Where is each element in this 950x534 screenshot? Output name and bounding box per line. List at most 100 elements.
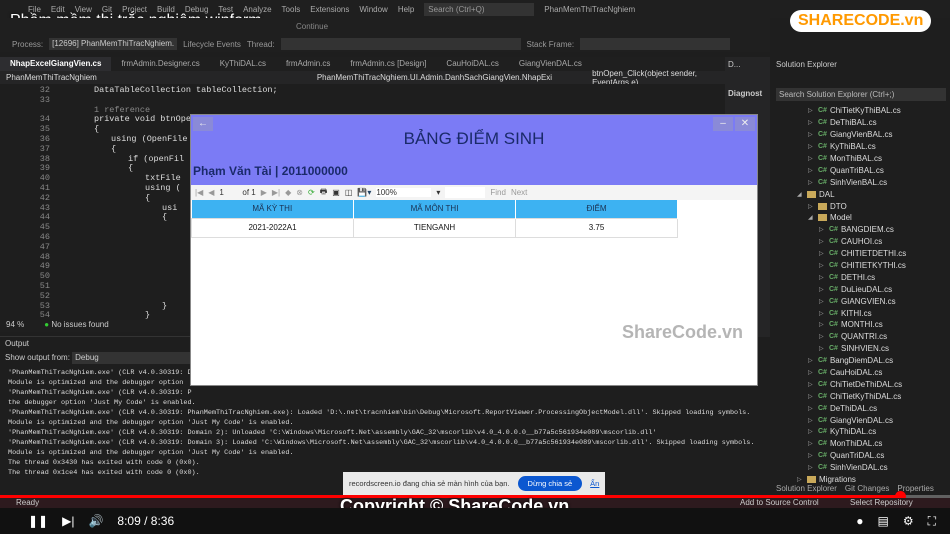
expand-arrow-icon[interactable]: ▷ [819,298,829,305]
tree-item[interactable]: ▷ C# DETHI.cs [772,271,950,283]
stop-sharing-button[interactable]: Dừng chia sẻ [517,476,583,491]
expand-arrow-icon[interactable]: ▷ [819,238,829,245]
expand-arrow-icon[interactable]: ▷ [808,131,818,138]
tree-item[interactable]: ▷ C# CauHoiDAL.cs [772,367,950,379]
select-repository[interactable]: Select Repository [850,498,913,508]
tree-item[interactable]: ▷ C# MonThiDAL.cs [772,438,950,450]
zoom-select[interactable]: 100% [376,188,432,197]
expand-arrow-icon[interactable]: ▷ [808,369,818,376]
expand-arrow-icon[interactable]: ▷ [819,333,829,340]
tree-item[interactable]: ▷ C# SINHVIEN.cs [772,343,950,355]
tree-item[interactable]: ▷ C# CHITIETKYTHI.cs [772,260,950,272]
tree-item[interactable]: ◢ DAL [772,188,950,200]
page-input[interactable]: 1 [219,188,237,197]
menu-tools[interactable]: Tools [282,5,301,14]
hide-link[interactable]: Ẩn [590,479,599,488]
tree-item[interactable]: ▷ C# GiangVienBAL.cs [772,129,950,141]
expand-arrow-icon[interactable]: ▷ [808,357,818,364]
next-link[interactable]: Next [511,188,527,197]
chevron-down-icon[interactable]: ▾ [436,188,440,197]
expand-arrow-icon[interactable]: ▷ [819,310,829,317]
expand-arrow-icon[interactable]: ▷ [819,345,829,352]
last-page-icon[interactable]: ▶| [272,188,280,197]
search-input[interactable]: Search (Ctrl+Q) [424,2,535,16]
output-source-select[interactable]: Debug [72,352,193,364]
expand-arrow-icon[interactable]: ◢ [797,191,807,198]
menu-help[interactable]: Help [398,5,414,14]
tree-item[interactable]: ▷ C# CAUHOI.cs [772,236,950,248]
expand-arrow-icon[interactable]: ◢ [808,214,818,221]
expand-arrow-icon[interactable]: ▷ [808,417,818,424]
tree-item[interactable]: ▷ C# DuLieuDAL.cs [772,283,950,295]
project-nav[interactable]: PhanMemThiTracNghiem [6,73,97,82]
expand-arrow-icon[interactable]: ▷ [808,119,818,126]
tree-item[interactable]: ▷ C# KyThiBAL.cs [772,141,950,153]
tree-item[interactable]: ◢ Model [772,212,950,224]
tab-5[interactable]: CauHoiDAL.cs [436,57,508,71]
next-page-icon[interactable]: ▶ [261,188,267,197]
expand-arrow-icon[interactable]: ▷ [808,167,818,174]
pause-icon[interactable]: ❚❚ [28,514,48,528]
expand-arrow-icon[interactable]: ▷ [819,250,829,257]
add-source-control[interactable]: Add to Source Control [740,498,819,508]
tree-item[interactable]: ▷ C# KyThiDAL.cs [772,426,950,438]
class-nav[interactable]: PhanMemThiTracNghiem.UI.Admin.DanhSachGi… [317,73,552,82]
tree-item[interactable]: ▷ C# DeThiBAL.cs [772,117,950,129]
solution-tab-1[interactable]: Git Changes [845,484,889,493]
volume-icon[interactable]: 🔊 [88,514,103,528]
tree-item[interactable]: ▷ C# QUANTRI.cs [772,331,950,343]
tree-item[interactable]: ▷ C# SinhVienBAL.cs [772,176,950,188]
expand-arrow-icon[interactable]: ▷ [808,393,818,400]
tree-item[interactable]: ▷ C# GIANGVIEN.cs [772,295,950,307]
settings-icon[interactable]: ⚙ [903,514,914,528]
expand-arrow-icon[interactable]: ▷ [808,203,818,210]
tree-item[interactable]: ▷ C# ChiTietKyThiBAL.cs [772,105,950,117]
tab-1[interactable]: frmAdmin.Designer.cs [111,57,209,71]
expand-arrow-icon[interactable]: ▷ [808,464,818,471]
zoom-level[interactable]: 94 % [6,320,24,332]
tree-item[interactable]: ▷ C# ChiTietKyThiDAL.cs [772,390,950,402]
tree-item[interactable]: ▷ C# ChiTietDeThiDAL.cs [772,378,950,390]
tree-item[interactable]: ▷ DTO [772,200,950,212]
tab-0[interactable]: NhapExcelGiangVien.cs [0,57,112,71]
expand-arrow-icon[interactable]: ▷ [808,440,818,447]
export-icon[interactable]: 💾▾ [357,188,371,197]
continue-button[interactable]: Continue [296,22,328,31]
tab-2[interactable]: KyThiDAL.cs [210,57,276,71]
expand-arrow-icon[interactable]: ▷ [808,405,818,412]
tree-item[interactable]: ▷ C# KITHI.cs [772,307,950,319]
solution-tab-0[interactable]: Solution Explorer [776,484,837,493]
back-icon[interactable]: ◆ [285,188,291,197]
tree-item[interactable]: ▷ C# DeThiDAL.cs [772,402,950,414]
expand-arrow-icon[interactable]: ▷ [808,155,818,162]
tree-item[interactable]: ▷ C# BangDiemDAL.cs [772,355,950,367]
print-icon[interactable]: 🖶 [320,186,328,200]
expand-arrow-icon[interactable]: ▷ [808,107,818,114]
lifecycle-events[interactable]: Lifecycle Events [183,40,241,49]
first-page-icon[interactable]: |◀ [195,188,203,197]
expand-arrow-icon[interactable]: ▷ [819,226,829,233]
refresh-icon[interactable]: ⟳ [308,188,315,197]
tree-item[interactable]: ▷ C# QuanTriBAL.cs [772,164,950,176]
tab-4[interactable]: frmAdmin.cs [Design] [340,57,436,71]
expand-arrow-icon[interactable]: ▷ [819,286,829,293]
page-setup-icon[interactable]: ◫ [345,188,353,197]
tree-item[interactable]: ▷ C# BANGDIEM.cs [772,224,950,236]
expand-arrow-icon[interactable]: ▷ [819,262,829,269]
expand-arrow-icon[interactable]: ▷ [808,143,818,150]
expand-arrow-icon[interactable]: ▷ [808,452,818,459]
stop-icon[interactable]: ⊗ [296,188,303,197]
solution-search-input[interactable]: Search Solution Explorer (Ctrl+;) [776,88,946,101]
menu-window[interactable]: Window [359,5,387,14]
tree-item[interactable]: ▷ C# GiangVienDAL.cs [772,414,950,426]
tree-item[interactable]: ▷ C# MONTHI.cs [772,319,950,331]
process-select[interactable]: [12696] PhanMemThiTracNghiem. [49,38,178,50]
subtitles-icon[interactable]: ▤ [877,514,888,528]
tree-item[interactable]: ▷ C# SinhVienDAL.cs [772,462,950,474]
find-input[interactable] [445,187,486,198]
expand-arrow-icon[interactable]: ▷ [819,321,829,328]
tree-item[interactable]: ▷ C# CHITIETDETHI.cs [772,248,950,260]
find-link[interactable]: Find [490,188,506,197]
thread-select[interactable] [280,38,521,50]
next-icon[interactable]: ▶| [62,514,74,528]
